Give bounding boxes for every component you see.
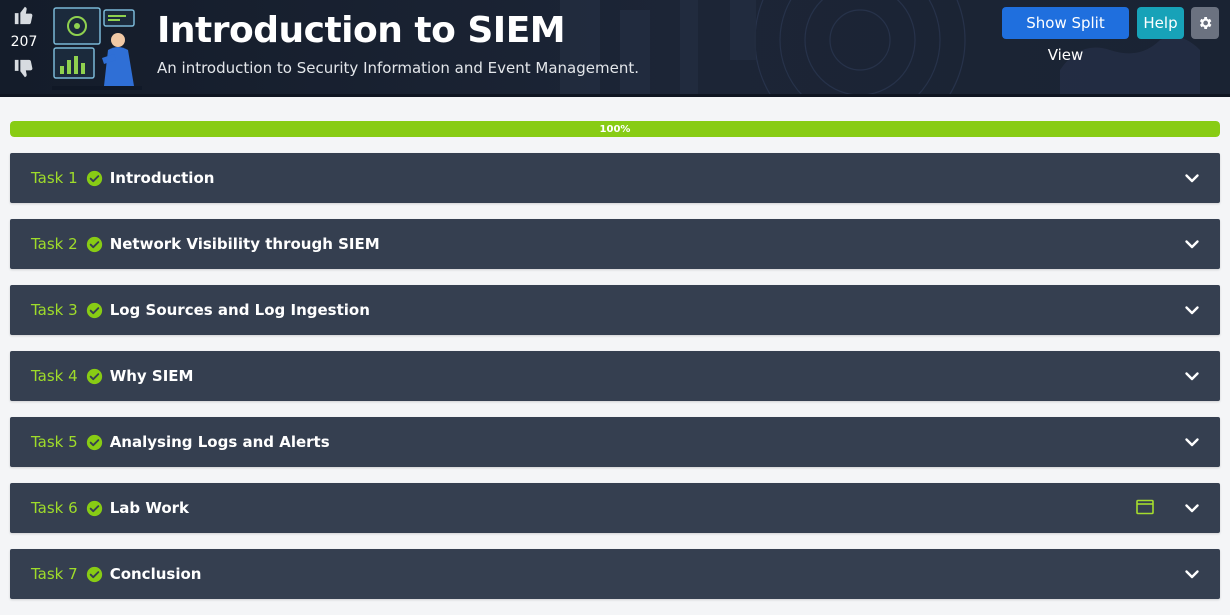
- task-row[interactable]: Task 5 Analysing Logs and Alerts: [10, 417, 1220, 467]
- show-split-view-button[interactable]: Show Split View: [1002, 7, 1129, 64]
- task-number: Task 3: [31, 301, 78, 319]
- check-circle-icon: [86, 170, 102, 186]
- task-row[interactable]: Task 1 Introduction: [10, 153, 1220, 203]
- room-title: Introduction to SIEM: [157, 10, 566, 51]
- task-row[interactable]: Task 6 Lab Work: [10, 483, 1220, 533]
- help-button[interactable]: Help: [1137, 7, 1184, 39]
- check-circle-icon: [86, 434, 102, 450]
- task-title: Conclusion: [109, 565, 202, 583]
- task-title: Log Sources and Log Ingestion: [109, 301, 370, 319]
- check-circle-icon: [86, 302, 102, 318]
- progress-fill: 100%: [10, 121, 1220, 137]
- task-row[interactable]: Task 7 Conclusion: [10, 549, 1220, 599]
- thumbs-down-icon[interactable]: [13, 58, 35, 80]
- chevron-down-icon[interactable]: [1184, 368, 1200, 384]
- chevron-down-icon[interactable]: [1184, 302, 1200, 318]
- task-title: Network Visibility through SIEM: [109, 235, 380, 253]
- check-circle-icon: [86, 500, 102, 516]
- task-number: Task 6: [31, 499, 78, 517]
- task-row[interactable]: Task 4 Why SIEM: [10, 351, 1220, 401]
- task-row[interactable]: Task 2 Network Visibility through SIEM: [10, 219, 1220, 269]
- check-circle-icon: [86, 368, 102, 384]
- room-banner-image: [52, 7, 142, 90]
- task-title: Analysing Logs and Alerts: [109, 433, 330, 451]
- room-header: 207 Introduction to SIEM An introduction…: [0, 0, 1230, 97]
- task-number: Task 5: [31, 433, 78, 451]
- settings-button[interactable]: [1191, 7, 1219, 39]
- task-row[interactable]: Task 3 Log Sources and Log Ingestion: [10, 285, 1220, 335]
- chevron-down-icon[interactable]: [1184, 566, 1200, 582]
- task-title: Introduction: [109, 169, 215, 187]
- room-progress-bar: 100%: [10, 121, 1220, 137]
- task-number: Task 7: [31, 565, 78, 583]
- room-subtitle: An introduction to Security Information …: [157, 59, 639, 77]
- check-circle-icon: [86, 236, 102, 252]
- task-title: Lab Work: [109, 499, 190, 517]
- task-number: Task 4: [31, 367, 78, 385]
- task-list: Task 1 Introduction Task 2 Network Visib…: [10, 153, 1220, 615]
- chevron-down-icon[interactable]: [1184, 170, 1200, 186]
- chevron-down-icon[interactable]: [1184, 434, 1200, 450]
- vote-widget: 207: [8, 4, 40, 80]
- task-title: Why SIEM: [109, 367, 194, 385]
- machine-window-icon[interactable]: [1136, 499, 1154, 515]
- chevron-down-icon[interactable]: [1184, 236, 1200, 252]
- chevron-down-icon[interactable]: [1184, 500, 1200, 516]
- check-circle-icon: [86, 566, 102, 582]
- task-number: Task 2: [31, 235, 78, 253]
- thumbs-up-icon[interactable]: [13, 4, 35, 26]
- task-number: Task 1: [31, 169, 78, 187]
- gear-icon: [1199, 17, 1212, 29]
- vote-count: 207: [10, 34, 38, 50]
- progress-label: 100%: [599, 123, 631, 135]
